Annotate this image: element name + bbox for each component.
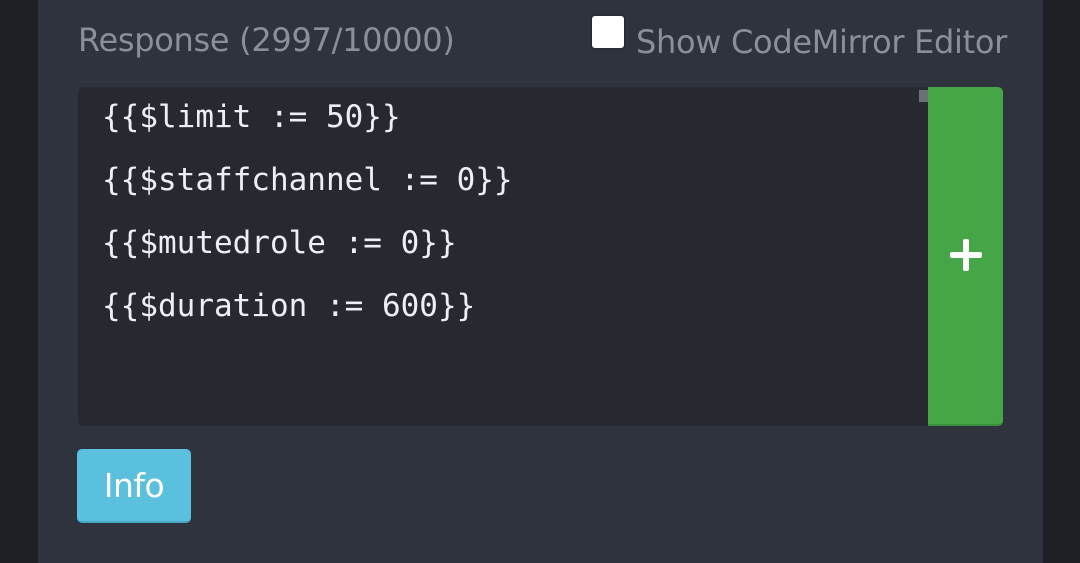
response-textarea[interactable]: {{$limit := 50}} {{$staffchannel := 0}} … (78, 87, 928, 426)
code-line: {{$staffchannel := 0}} (102, 162, 513, 198)
plus-icon (949, 238, 982, 271)
scrollbar-thumb[interactable] (919, 90, 928, 102)
add-response-button[interactable] (928, 87, 1003, 426)
info-button[interactable]: Info (77, 449, 191, 523)
response-label: Response (2997/10000) (78, 21, 455, 59)
show-codemirror-toggle[interactable]: Show CodeMirror Editor (590, 12, 1007, 68)
code-line: {{$mutedrole := 0}} (102, 225, 457, 261)
code-line: {{$limit := 50}} (102, 99, 401, 135)
show-codemirror-checkbox[interactable] (590, 14, 626, 50)
code-line: {{$duration := 600}} (102, 288, 476, 324)
show-codemirror-label: Show CodeMirror Editor (636, 23, 1007, 61)
response-editor: {{$limit := 50}} {{$staffchannel := 0}} … (78, 87, 1003, 426)
